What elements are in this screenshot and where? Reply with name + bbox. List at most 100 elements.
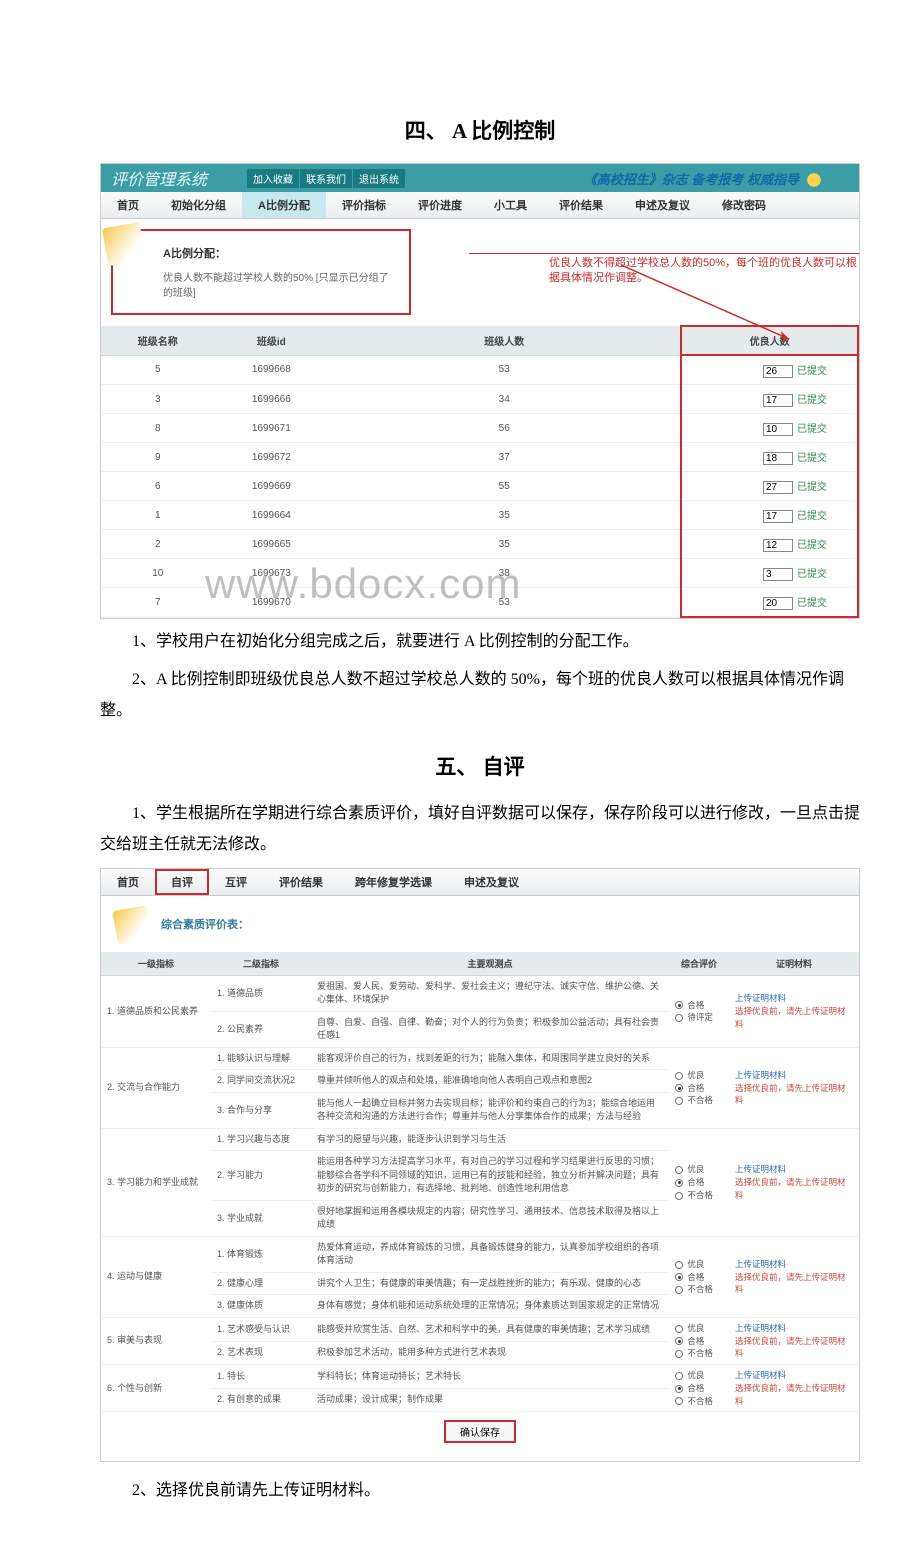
radio-b[interactable]	[675, 1337, 683, 1345]
table-row: 2169966535已提交	[101, 530, 858, 559]
sub-indicator-cell: 2. 学习能力	[211, 1151, 311, 1201]
nav-item[interactable]: 评价指标	[326, 192, 402, 218]
excellent-count-input[interactable]	[763, 423, 793, 436]
nav-item[interactable]: 首页	[101, 192, 155, 218]
nav-item[interactable]: A比例分配	[242, 192, 326, 218]
radio-d[interactable]	[675, 1350, 683, 1358]
nav-item[interactable]: 评价结果	[543, 192, 619, 218]
radio-label: 不合格	[685, 1284, 713, 1294]
category-cell: 2. 交流与合作能力	[101, 1047, 211, 1128]
cell: 1699668	[215, 355, 329, 385]
submitted-link[interactable]: 已提交	[797, 424, 827, 435]
excellent-count-input[interactable]	[763, 365, 793, 378]
eval-table: 一级指标二级指标主要观测点综合评价证明材料 1. 道德品质和公民素养1. 道德品…	[101, 952, 859, 1413]
nav-item[interactable]: 自评	[155, 869, 209, 895]
system-title: 评价管理系统	[111, 166, 207, 190]
radio-a[interactable]	[675, 1372, 683, 1380]
nav-item[interactable]: 修改密码	[706, 192, 782, 218]
rating-cell: 合格 待评定	[669, 975, 729, 1047]
upload-material-link[interactable]: 上传证明材料	[735, 1322, 853, 1335]
nav-item[interactable]: 首页	[101, 869, 155, 895]
cell: 8	[101, 414, 215, 443]
submitted-link[interactable]: 已提交	[797, 453, 827, 464]
excellent-count-input[interactable]	[763, 568, 793, 581]
nav-item[interactable]: 申述及复议	[619, 192, 706, 218]
description-cell: 热爱体育运动，养成体育锻炼的习惯，具备锻炼健身的能力，认真参加学校组织的各项体育…	[311, 1236, 669, 1272]
radio-label: 不合格	[685, 1095, 713, 1105]
submitted-link[interactable]: 已提交	[797, 598, 827, 609]
radio-b[interactable]	[675, 1084, 683, 1092]
class-table: 班级名称班级id班级人数优良人数 5169966853已提交3169966634…	[101, 325, 859, 618]
upload-material-link[interactable]: 上传证明材料	[735, 1258, 853, 1271]
excellent-count-input[interactable]	[763, 481, 793, 494]
radio-a[interactable]	[675, 1325, 683, 1333]
cell: 55	[328, 472, 681, 501]
description-cell: 积极参加艺术活动，能用多种方式进行艺术表现	[311, 1341, 669, 1365]
upload-material-link[interactable]: 上传证明材料	[735, 1069, 853, 1082]
sub-indicator-cell: 3. 合作与分享	[211, 1092, 311, 1128]
submitted-link[interactable]: 已提交	[797, 511, 827, 522]
sub-indicator-cell: 2. 公民素养	[211, 1011, 311, 1047]
self-eval-nav: 首页自评互评评价结果跨年修复学选课申述及复议	[101, 869, 859, 896]
upload-material-link[interactable]: 上传证明材料	[735, 992, 853, 1005]
radio-a[interactable]	[675, 1261, 683, 1269]
material-warning: 选择优良前，请先上传证明材料	[735, 1271, 853, 1297]
column-header: 班级id	[215, 326, 329, 355]
radio-b[interactable]	[675, 1001, 683, 1009]
cell: 10	[101, 559, 215, 588]
radio-b[interactable]	[675, 1273, 683, 1281]
confirm-save-button[interactable]: 确认保存	[444, 1420, 516, 1443]
nav-item[interactable]: 申述及复议	[448, 869, 535, 895]
nav-item[interactable]: 小工具	[478, 192, 543, 218]
description-cell: 自尊、自爱、自强、自律、勤奋；对个人的行为负责；积极参加公益活动；具有社会责任感…	[311, 1011, 669, 1047]
radio-d[interactable]	[675, 1097, 683, 1105]
header-link[interactable]: 加入收藏	[247, 169, 300, 188]
submitted-link[interactable]: 已提交	[797, 482, 827, 493]
excellent-count-input[interactable]	[763, 510, 793, 523]
radio-d[interactable]	[675, 1397, 683, 1405]
rating-cell: 优良 合格 不合格	[669, 1128, 729, 1236]
description-cell: 爱祖国、爱人民、爱劳动、爱科学、爱社会主义；遵纪守法、诚实守信、维护公德、关心集…	[311, 975, 669, 1011]
header-link[interactable]: 联系我们	[300, 169, 353, 188]
radio-label: 优良	[685, 1070, 704, 1080]
submitted-link[interactable]: 已提交	[797, 540, 827, 551]
nav-item[interactable]: 跨年修复学选课	[339, 869, 448, 895]
radio-d[interactable]	[675, 1192, 683, 1200]
main-nav: 首页初始化分组A比例分配评价指标评价进度小工具评价结果申述及复议修改密码	[101, 192, 859, 219]
radio-d[interactable]	[675, 1286, 683, 1294]
radio-b[interactable]	[675, 1179, 683, 1187]
submitted-link[interactable]: 已提交	[797, 366, 827, 377]
radio-b[interactable]	[675, 1385, 683, 1393]
material-cell: 上传证明材料选择优良前，请先上传证明材料	[729, 1236, 859, 1317]
nav-item[interactable]: 评价结果	[263, 869, 339, 895]
radio-a[interactable]	[675, 1072, 683, 1080]
cell: 9	[101, 443, 215, 472]
excellent-count-input[interactable]	[763, 452, 793, 465]
sub-indicator-cell: 1. 体育锻炼	[211, 1236, 311, 1272]
excellent-count-input[interactable]	[763, 597, 793, 610]
radio-c[interactable]	[675, 1014, 683, 1022]
upload-material-link[interactable]: 上传证明材料	[735, 1163, 853, 1176]
sun-icon	[799, 173, 829, 187]
excellent-count-input[interactable]	[763, 394, 793, 407]
description-cell: 尊重并倾听他人的观点和处境，能准确地向他人表明自己观点和意图2	[311, 1070, 669, 1093]
header-link[interactable]: 退出系统	[353, 169, 406, 188]
cell: 1699669	[215, 472, 329, 501]
rating-cell: 优良 合格 不合格	[669, 1236, 729, 1317]
table-row: 6169966955已提交	[101, 472, 858, 501]
submitted-link[interactable]: 已提交	[797, 569, 827, 580]
submitted-link[interactable]: 已提交	[797, 395, 827, 406]
excellent-count-input[interactable]	[763, 539, 793, 552]
table-row: 1. 道德品质和公民素养1. 道德品质爱祖国、爱人民、爱劳动、爱科学、爱社会主义…	[101, 975, 859, 1011]
cell: 34	[328, 385, 681, 414]
nav-item[interactable]: 互评	[209, 869, 263, 895]
upload-material-link[interactable]: 上传证明材料	[735, 1369, 853, 1382]
column-header: 二级指标	[211, 952, 311, 976]
material-warning: 选择优良前，请先上传证明材料	[735, 1082, 853, 1108]
ad-banner: 《高校招生》杂志 备考报考 权威指导	[406, 169, 849, 188]
cell: 1	[101, 501, 215, 530]
nav-item[interactable]: 评价进度	[402, 192, 478, 218]
nav-item[interactable]: 初始化分组	[155, 192, 242, 218]
radio-a[interactable]	[675, 1166, 683, 1174]
table-row: 2. 交流与合作能力1. 能够认识与理解能客观评价自己的行为，找到差距的行为；能…	[101, 1047, 859, 1070]
